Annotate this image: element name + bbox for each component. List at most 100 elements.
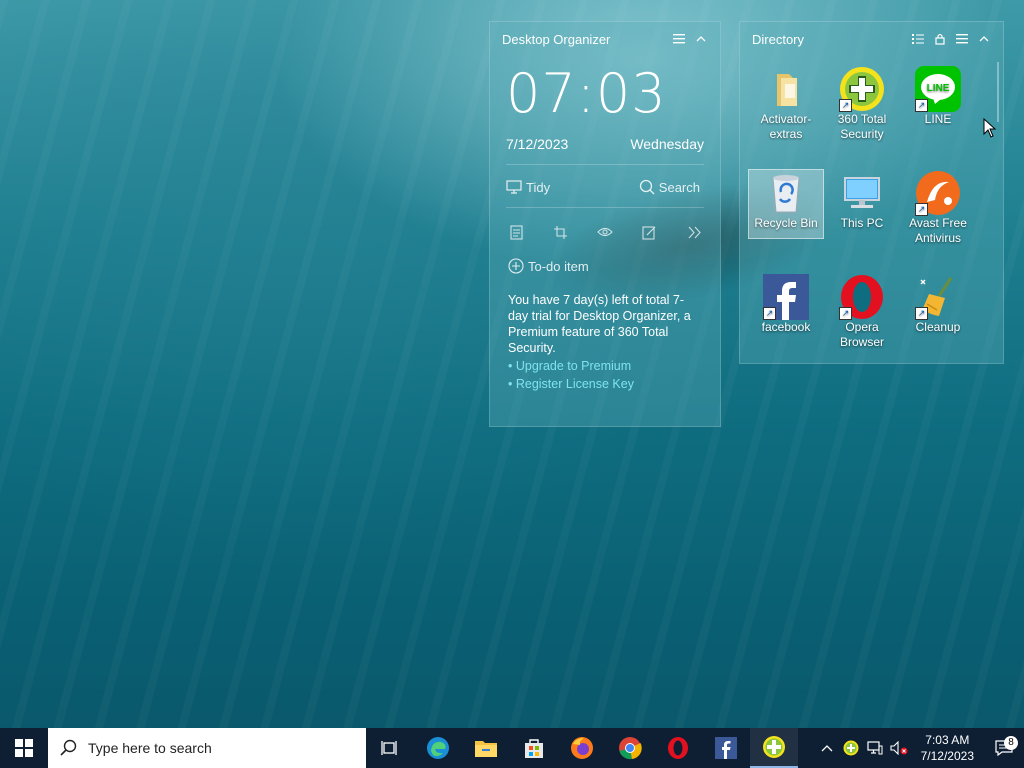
icon-label: Avast Free Antivirus [909,216,967,245]
facebook-icon: ↗ [763,274,809,320]
shortcut-arrow-icon: ↗ [763,307,776,320]
task-view-icon [381,741,397,755]
desktop-organizer-panel: Desktop Organizer 07:03 7/12/2023 Wednes… [489,21,721,427]
todo-add-button[interactable]: To-do item [490,240,720,274]
search-icon [639,179,655,195]
icon-label: Cleanup [915,320,961,334]
icon-label: This PC [840,216,884,230]
network-icon [867,741,883,755]
desktop-icon-this-pc[interactable]: This PC [825,170,899,238]
desktop-icon-360-total-security[interactable]: ↗ 360 Total Security [825,66,899,141]
desktop-icon-activator-extras[interactable]: Activator-extras [749,66,823,141]
lock-icon[interactable] [933,32,947,46]
tray-date: 7/12/2023 [920,749,974,763]
firefox-icon [571,737,593,759]
taskbar-clock[interactable]: 7:03 AM 7/12/2023 [911,732,984,764]
list-view-icon[interactable] [911,32,925,46]
upgrade-link[interactable]: • Upgrade to Premium [508,358,704,374]
icon-label: facebook [761,320,811,334]
collapse-icon[interactable] [977,32,991,46]
taskbar-file-explorer[interactable] [462,728,510,768]
todo-label: To-do item [528,258,589,274]
icon-label: LINE [924,112,952,126]
360-security-icon: ↗ [839,66,885,112]
folder-icon [475,741,497,757]
system-tray: 7:03 AM 7/12/2023 8 [815,728,1024,768]
taskbar-store[interactable] [510,728,558,768]
icon-label: Opera Browser [839,320,884,349]
directory-header: Directory [740,22,1003,56]
opera-icon [668,737,688,759]
directory-scrollbar[interactable] [997,62,999,122]
tray-volume[interactable] [887,741,911,755]
opera-icon: ↗ [839,274,885,320]
desktop-icon-recycle-bin[interactable]: Recycle Bin [748,169,824,239]
action-center-button[interactable]: 8 [984,736,1024,756]
organizer-tools: Tidy Search [490,165,720,195]
edge-icon [427,737,449,759]
desktop-icon-line[interactable]: LINE ↗ LINE [901,66,975,134]
taskbar-opera[interactable] [654,728,702,768]
search-label: Search [658,179,700,195]
monitor-icon [506,180,522,194]
windows-logo-icon [15,739,33,757]
register-link[interactable]: • Register License Key [508,376,704,392]
taskbar-360-total-security[interactable] [750,728,798,768]
task-view-button[interactable] [366,728,414,768]
search-icon [60,739,77,756]
menu-icon[interactable] [955,32,969,46]
organizer-weekday: Wednesday [630,136,704,152]
organizer-quick-icons [490,208,720,240]
crop-icon[interactable] [553,224,569,240]
mouse-cursor-icon [983,118,997,138]
more-icon[interactable] [686,224,702,240]
taskbar-chrome[interactable] [606,728,654,768]
line-icon: LINE ↗ [915,66,961,112]
icon-label: 360 Total Security [837,112,887,141]
directory-panel: Directory Activator-extras ↗ 360 Total S… [739,21,1004,364]
desktop-icon-avast-free-antivirus[interactable]: ↗ Avast Free Antivirus [901,170,975,245]
collapse-icon[interactable] [694,32,708,46]
shortcut-arrow-icon: ↗ [839,99,852,112]
taskbar-edge[interactable] [414,728,462,768]
taskbar: Type here to search 7:03 AM 7/12/2023 8 [0,728,1024,768]
desktop-icon-cleanup[interactable]: ↗ Cleanup [901,274,975,342]
store-icon [525,739,543,758]
organizer-date-row: 7/12/2023 Wednesday [490,136,720,152]
taskbar-facebook[interactable] [702,728,750,768]
tidy-button[interactable]: Tidy [506,179,550,195]
chrome-icon [619,737,642,760]
facebook-icon [715,737,737,759]
search-button[interactable]: Search [639,179,700,195]
tray-360-security[interactable] [839,740,863,756]
show-hidden-icons-button[interactable] [815,744,839,752]
chevron-up-icon [821,745,833,752]
icon-label: Recycle Bin [754,216,818,230]
this-pc-icon [839,170,885,216]
desktop-icon-facebook[interactable]: ↗ facebook [749,274,823,342]
360-security-icon [763,736,785,758]
edit-icon[interactable] [642,224,658,240]
notes-icon[interactable] [508,224,524,240]
tidy-label: Tidy [526,179,551,195]
trial-notice: You have 7 day(s) left of total 7-day tr… [490,274,720,392]
organizer-clock: 07:03 [506,62,667,125]
plus-circle-icon [508,258,524,274]
eye-icon[interactable] [597,224,613,240]
shortcut-arrow-icon: ↗ [915,203,928,216]
taskbar-firefox[interactable] [558,728,606,768]
directory-title: Directory [752,31,805,47]
folder-icon [763,66,809,112]
360-security-icon [843,740,859,756]
menu-icon[interactable] [672,32,686,46]
icon-label: Activator-extras [760,112,812,141]
shortcut-arrow-icon: ↗ [915,99,928,112]
start-button[interactable] [0,728,48,768]
taskbar-search-box[interactable]: Type here to search [48,728,366,768]
desktop-icon-opera-browser[interactable]: ↗ Opera Browser [825,274,899,349]
shortcut-arrow-icon: ↗ [915,307,928,320]
search-placeholder: Type here to search [88,740,212,756]
shortcut-arrow-icon: ↗ [839,307,852,320]
svg-text:LINE: LINE [927,83,950,94]
tray-network[interactable] [863,741,887,755]
